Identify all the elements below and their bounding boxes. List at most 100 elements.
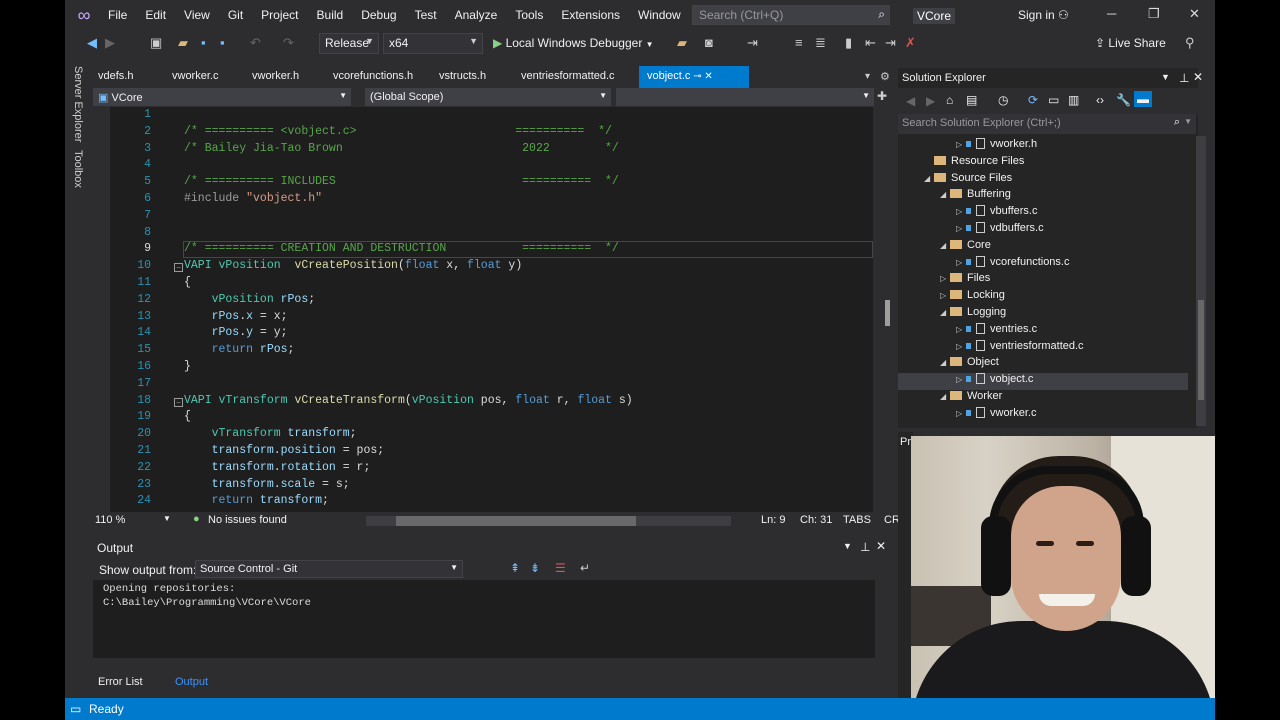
tree-item-worker[interactable]: ◢ Worker bbox=[898, 390, 1188, 407]
search-input[interactable]: Search (Ctrl+Q) ⌕ bbox=[692, 5, 890, 25]
collapsed-arrow-icon[interactable]: ▷ bbox=[956, 375, 966, 384]
tab-vworker-h[interactable]: vworker.h bbox=[244, 66, 325, 88]
horizontal-scroll-thumb[interactable] bbox=[396, 516, 636, 526]
save-all-icon[interactable]: ▪ bbox=[220, 35, 225, 50]
server-explorer-tab[interactable]: Server Explorer bbox=[72, 66, 84, 142]
output-source-select[interactable]: Source Control - Git ▼ bbox=[195, 560, 463, 578]
back-icon[interactable]: ◀ bbox=[87, 35, 97, 51]
panel-menu-icon[interactable]: ▼ bbox=[1161, 72, 1170, 82]
close-window-button[interactable]: ✕ bbox=[1189, 6, 1200, 22]
tree-item-ventriesformatted-c[interactable]: ▷ ventriesformatted.c bbox=[898, 339, 1188, 357]
expanded-arrow-icon[interactable]: ◢ bbox=[940, 392, 950, 401]
collapse-all-icon[interactable]: ▭ bbox=[1048, 93, 1059, 107]
feedback-icon[interactable]: ⚲ bbox=[1185, 35, 1195, 51]
forward-icon[interactable]: ▶ bbox=[926, 94, 935, 108]
tab-vworker-c[interactable]: vworker.c bbox=[164, 66, 244, 88]
settings-icon[interactable]: ⚙ bbox=[880, 70, 890, 83]
clear-bookmarks-icon[interactable]: ✗ bbox=[905, 35, 916, 51]
tab-close-icon[interactable]: ⊸ ✕ bbox=[690, 71, 713, 82]
tree-item-vobject-c[interactable]: ▷ vobject.c bbox=[898, 373, 1188, 391]
bookmark-next-icon[interactable]: ⇥ bbox=[885, 35, 896, 51]
collapsed-arrow-icon[interactable]: ▷ bbox=[940, 274, 950, 283]
tree-item-locking[interactable]: ▷ Locking bbox=[898, 289, 1188, 306]
menu-build[interactable]: Build bbox=[308, 8, 353, 22]
home-icon[interactable]: ⌂ bbox=[946, 93, 953, 107]
tree-item-buffering[interactable]: ◢ Buffering bbox=[898, 188, 1188, 205]
output-text[interactable]: Opening repositories: C:\Bailey\Programmi… bbox=[93, 580, 875, 658]
code-editor[interactable]: 1 2/* ========== <vobject.c> ========== *… bbox=[110, 107, 878, 512]
new-project-icon[interactable]: ▣ bbox=[150, 35, 162, 51]
tree-item-source-files[interactable]: ◢ Source Files bbox=[898, 172, 1188, 189]
menu-tools[interactable]: Tools bbox=[506, 8, 552, 22]
tab-ventriesformatted-c[interactable]: ventriesformatted.c bbox=[513, 66, 639, 88]
clear-all-icon[interactable]: ☰ bbox=[555, 561, 566, 575]
open-folder-icon[interactable]: ▰ bbox=[178, 35, 188, 51]
tab-vdefs-h[interactable]: vdefs.h bbox=[90, 66, 164, 88]
sync-icon[interactable]: ⟳ bbox=[1028, 93, 1038, 107]
collapsed-arrow-icon[interactable]: ▷ bbox=[956, 258, 966, 267]
tree-item-vbuffers-c[interactable]: ▷ vbuffers.c bbox=[898, 205, 1188, 222]
switch-views-icon[interactable]: ▤ bbox=[966, 93, 977, 107]
bookmark-prev-icon[interactable]: ⇤ bbox=[865, 35, 876, 51]
tree-item-files[interactable]: ▷ Files bbox=[898, 272, 1188, 289]
tab-vobject-c[interactable]: vobject.c ⊸ ✕ bbox=[639, 66, 749, 88]
tree-item-resource-files[interactable]: Resource Files bbox=[898, 155, 1188, 172]
toolbox-tab[interactable]: Toolbox bbox=[72, 150, 84, 188]
live-share-button[interactable]: ⇪ Live Share bbox=[1095, 36, 1166, 50]
collapsed-arrow-icon[interactable]: ▷ bbox=[956, 224, 966, 233]
solution-scroll-thumb[interactable] bbox=[1198, 300, 1204, 400]
pin-icon[interactable]: ⊥ bbox=[860, 540, 870, 554]
member-select[interactable]: ▼ bbox=[616, 88, 874, 106]
collapse-toggle-icon[interactable]: − bbox=[174, 263, 183, 273]
close-panel-icon[interactable]: ✕ bbox=[1193, 70, 1203, 84]
tree-item-ventries-c[interactable]: ▷ ventries.c bbox=[898, 322, 1188, 340]
collapsed-arrow-icon[interactable]: ▷ bbox=[956, 342, 966, 351]
expanded-arrow-icon[interactable]: ◢ bbox=[940, 358, 950, 367]
menu-edit[interactable]: Edit bbox=[136, 8, 175, 22]
restore-button[interactable]: ❐ bbox=[1148, 6, 1160, 22]
menu-view[interactable]: View bbox=[175, 8, 219, 22]
menu-project[interactable]: Project bbox=[252, 8, 307, 22]
outdent-icon[interactable]: ≣ bbox=[815, 35, 826, 51]
menu-file[interactable]: File bbox=[99, 8, 136, 22]
horizontal-scrollbar[interactable] bbox=[366, 516, 731, 526]
previous-message-icon[interactable]: ⇞ bbox=[510, 561, 520, 575]
show-all-files-icon[interactable]: ▥ bbox=[1068, 93, 1079, 107]
split-icon[interactable]: ✚ bbox=[877, 89, 887, 103]
menu-git[interactable]: Git bbox=[219, 8, 252, 22]
collapsed-arrow-icon[interactable]: ▷ bbox=[956, 140, 966, 149]
menu-extensions[interactable]: Extensions bbox=[552, 8, 629, 22]
tree-item-vworker-h[interactable]: ▷ vworker.h bbox=[898, 138, 1188, 155]
menu-debug[interactable]: Debug bbox=[352, 8, 405, 22]
expanded-arrow-icon[interactable]: ◢ bbox=[924, 174, 934, 183]
tree-item-object[interactable]: ◢ Object bbox=[898, 356, 1188, 373]
output-window-icon[interactable]: ▭ bbox=[70, 702, 81, 716]
chevron-down-icon[interactable]: ▼ bbox=[163, 514, 171, 523]
tree-item-vdbuffers-c[interactable]: ▷ vdbuffers.c bbox=[898, 222, 1188, 239]
tree-item-vcorefunctions-c[interactable]: ▷ vcorefunctions.c bbox=[898, 255, 1188, 273]
editor-scroll-thumb[interactable] bbox=[885, 300, 890, 326]
project-scope-select[interactable]: ▣ VCore ▼ bbox=[93, 88, 351, 106]
indent-mode-status[interactable]: TABS bbox=[843, 514, 871, 526]
menu-window[interactable]: Window bbox=[629, 8, 690, 22]
menu-test[interactable]: Test bbox=[406, 8, 446, 22]
redo-icon[interactable]: ↷ bbox=[283, 35, 294, 51]
pending-changes-icon[interactable]: ◷ bbox=[998, 93, 1008, 107]
expanded-arrow-icon[interactable]: ◢ bbox=[940, 241, 950, 250]
view-code-icon[interactable]: ‹› bbox=[1096, 93, 1104, 107]
sign-in-link[interactable]: Sign in ⚇ bbox=[1018, 8, 1069, 22]
close-panel-icon[interactable]: ✕ bbox=[876, 539, 886, 553]
start-debugger-button[interactable]: ▶ Local Windows Debugger ▼ bbox=[493, 36, 654, 50]
menu-analyze[interactable]: Analyze bbox=[446, 8, 507, 22]
collapsed-arrow-icon[interactable]: ▷ bbox=[956, 325, 966, 334]
pin-icon[interactable]: ⊥ bbox=[1179, 71, 1189, 85]
expanded-arrow-icon[interactable]: ◢ bbox=[940, 190, 950, 199]
tree-item-logging[interactable]: ◢ Logging bbox=[898, 306, 1188, 323]
collapsed-arrow-icon[interactable]: ▷ bbox=[956, 409, 966, 418]
back-icon[interactable]: ◀ bbox=[906, 94, 915, 108]
folder-icon[interactable]: ▰ bbox=[677, 35, 687, 51]
preview-selected-icon[interactable]: ▬ bbox=[1134, 91, 1152, 107]
platform-select[interactable]: x64 ▼ bbox=[383, 33, 483, 54]
word-wrap-icon[interactable]: ↵ bbox=[580, 561, 590, 575]
solution-search-input[interactable]: Search Solution Explorer (Ctrl+;) ⌕ ▼ bbox=[898, 114, 1196, 134]
